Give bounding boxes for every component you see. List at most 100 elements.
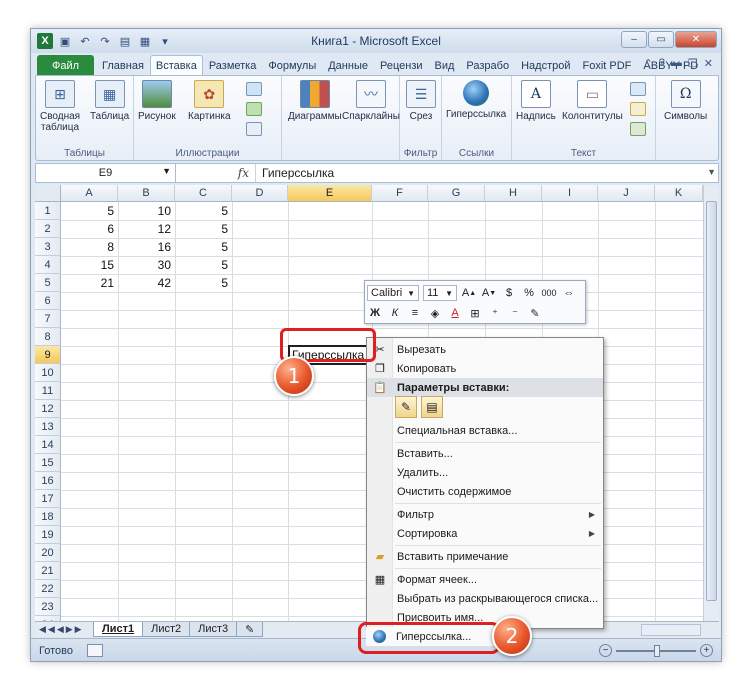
row-header-4[interactable]: 4	[35, 256, 61, 274]
cell-b5[interactable]: 42	[118, 274, 175, 292]
cell-b3[interactable]: 16	[118, 238, 175, 256]
row-header-6[interactable]: 6	[35, 292, 61, 310]
help-icon[interactable]: ?	[659, 57, 665, 70]
row-header-8[interactable]: 8	[35, 328, 61, 346]
menu-item-insert-comment[interactable]: ▰ Вставить примечание	[367, 547, 603, 566]
row-header-14[interactable]: 14	[35, 436, 61, 454]
comma-style-icon[interactable]: 000	[541, 285, 557, 301]
row-header-1[interactable]: 1	[35, 202, 61, 220]
column-header-k[interactable]: K	[655, 185, 703, 202]
zoom-slider[interactable]	[616, 644, 696, 657]
column-header-h[interactable]: H	[485, 185, 542, 202]
tab-home[interactable]: Главная	[96, 55, 150, 75]
font-color-icon[interactable]: A	[447, 305, 463, 321]
fill-color-icon[interactable]: ◈	[427, 305, 443, 321]
tab-file[interactable]: Файл	[37, 55, 95, 75]
cell-a4[interactable]: 15	[61, 256, 118, 274]
column-header-f[interactable]: F	[372, 185, 428, 202]
charts-button[interactable]: Диаграммы	[288, 80, 342, 122]
row-header-7[interactable]: 7	[35, 310, 61, 328]
menu-item-insert[interactable]: Вставить...	[367, 444, 603, 463]
sheet-tab-1[interactable]: Лист1	[93, 622, 144, 637]
menu-item-clear-contents[interactable]: Очистить содержимое	[367, 482, 603, 501]
shapes-icon[interactable]	[246, 82, 262, 96]
bold-icon[interactable]: Ж	[367, 305, 383, 321]
slicer-button[interactable]: ☰ Срез	[406, 80, 436, 122]
column-header-c[interactable]: C	[175, 185, 232, 202]
merge-cells-icon[interactable]: ⇔	[561, 285, 577, 301]
smartart-icon[interactable]	[246, 102, 262, 116]
cell-c5[interactable]: 5	[175, 274, 232, 292]
sheet-tab-2[interactable]: Лист2	[142, 622, 191, 637]
help-chevron-icon[interactable]: ⌃	[644, 57, 653, 70]
workbook-close-icon[interactable]: ✕	[704, 57, 713, 70]
menu-item-copy[interactable]: ❐ Копировать	[367, 359, 603, 378]
row-header-23[interactable]: 23	[35, 598, 61, 616]
menu-item-paste-special[interactable]: Специальная вставка...	[367, 421, 603, 440]
row-header-17[interactable]: 17	[35, 490, 61, 508]
textbox-button[interactable]: A Надпись	[516, 80, 556, 122]
cell-c2[interactable]: 5	[175, 220, 232, 238]
row-header-10[interactable]: 10	[35, 364, 61, 382]
row-header-18[interactable]: 18	[35, 508, 61, 526]
decrease-font-icon[interactable]: A ▼	[481, 285, 497, 301]
vertical-scroll-thumb[interactable]	[706, 201, 717, 601]
row-header-2[interactable]: 2	[35, 220, 61, 238]
cell-b4[interactable]: 30	[118, 256, 175, 274]
menu-item-cut[interactable]: ✂ Вырезать	[367, 340, 603, 359]
column-header-i[interactable]: I	[542, 185, 598, 202]
table-button[interactable]: ▦ Таблица	[90, 80, 129, 122]
menu-item-sort[interactable]: Сортировка ▶	[367, 524, 603, 543]
font-name-select[interactable]: Calibri ▼	[367, 285, 419, 301]
row-header-9[interactable]: 9	[35, 346, 61, 364]
sparklines-button[interactable]: 〰 Спарклайны	[342, 80, 400, 122]
wordart-icon[interactable]	[630, 82, 646, 96]
column-header-d[interactable]: D	[232, 185, 288, 202]
close-button[interactable]: ✕	[675, 31, 717, 48]
column-header-j[interactable]: J	[598, 185, 655, 202]
paste-keep-format-icon[interactable]: ✎	[395, 396, 417, 418]
menu-item-format-cells[interactable]: ▦ Формат ячеек...	[367, 570, 603, 589]
clipart-button[interactable]: ✿ Картинка	[188, 80, 231, 122]
workbook-minimize-icon[interactable]: ▬	[671, 57, 682, 70]
cell-a2[interactable]: 6	[61, 220, 118, 238]
tab-developer[interactable]: Разрабо	[460, 55, 515, 75]
tab-insert[interactable]: Вставка	[149, 55, 203, 75]
tab-page-layout[interactable]: Разметка	[203, 55, 263, 75]
row-header-11[interactable]: 11	[35, 382, 61, 400]
row-header-21[interactable]: 21	[35, 562, 61, 580]
picture-button[interactable]: Рисунок	[138, 80, 176, 122]
screenshot-icon[interactable]	[246, 122, 262, 136]
cell-a3[interactable]: 8	[61, 238, 118, 256]
column-header-e[interactable]: E	[288, 185, 372, 202]
tab-review[interactable]: Рецензи	[374, 55, 429, 75]
sheet-tab-3[interactable]: Лист3	[189, 622, 238, 637]
horizontal-scrollbar[interactable]	[641, 624, 701, 636]
vertical-scrollbar[interactable]	[703, 185, 719, 621]
row-header-20[interactable]: 20	[35, 544, 61, 562]
ribbon-hyperlink-button[interactable]: Гиперссылка	[446, 80, 506, 120]
symbols-button[interactable]: Ω Символы	[664, 80, 707, 122]
tab-view[interactable]: Вид	[429, 55, 461, 75]
select-all-corner[interactable]	[35, 185, 61, 202]
column-header-b[interactable]: B	[118, 185, 175, 202]
font-size-select[interactable]: 11 ▼	[423, 285, 457, 301]
row-header-16[interactable]: 16	[35, 472, 61, 490]
accounting-format-icon[interactable]: $	[501, 285, 517, 301]
percent-icon[interactable]: %	[521, 285, 537, 301]
row-header-5[interactable]: 5	[35, 274, 61, 292]
italic-icon[interactable]: К	[387, 305, 403, 321]
minimize-button[interactable]: ‒	[621, 31, 647, 48]
tab-data[interactable]: Данные	[322, 55, 374, 75]
cell-c3[interactable]: 5	[175, 238, 232, 256]
name-box-dropdown-icon[interactable]: ▼	[162, 166, 171, 176]
cell-a5[interactable]: 21	[61, 274, 118, 292]
maximize-button[interactable]: ▭	[648, 31, 674, 48]
row-header-13[interactable]: 13	[35, 418, 61, 436]
increase-decimal-icon[interactable]: ⁺	[487, 305, 503, 321]
menu-item-delete[interactable]: Удалить...	[367, 463, 603, 482]
zoom-in-icon[interactable]: +	[700, 644, 713, 657]
signature-line-icon[interactable]	[630, 102, 646, 116]
menu-item-pick-from-list[interactable]: Выбрать из раскрывающегося списка...	[367, 589, 603, 608]
increase-font-icon[interactable]: A ▲	[461, 285, 477, 301]
